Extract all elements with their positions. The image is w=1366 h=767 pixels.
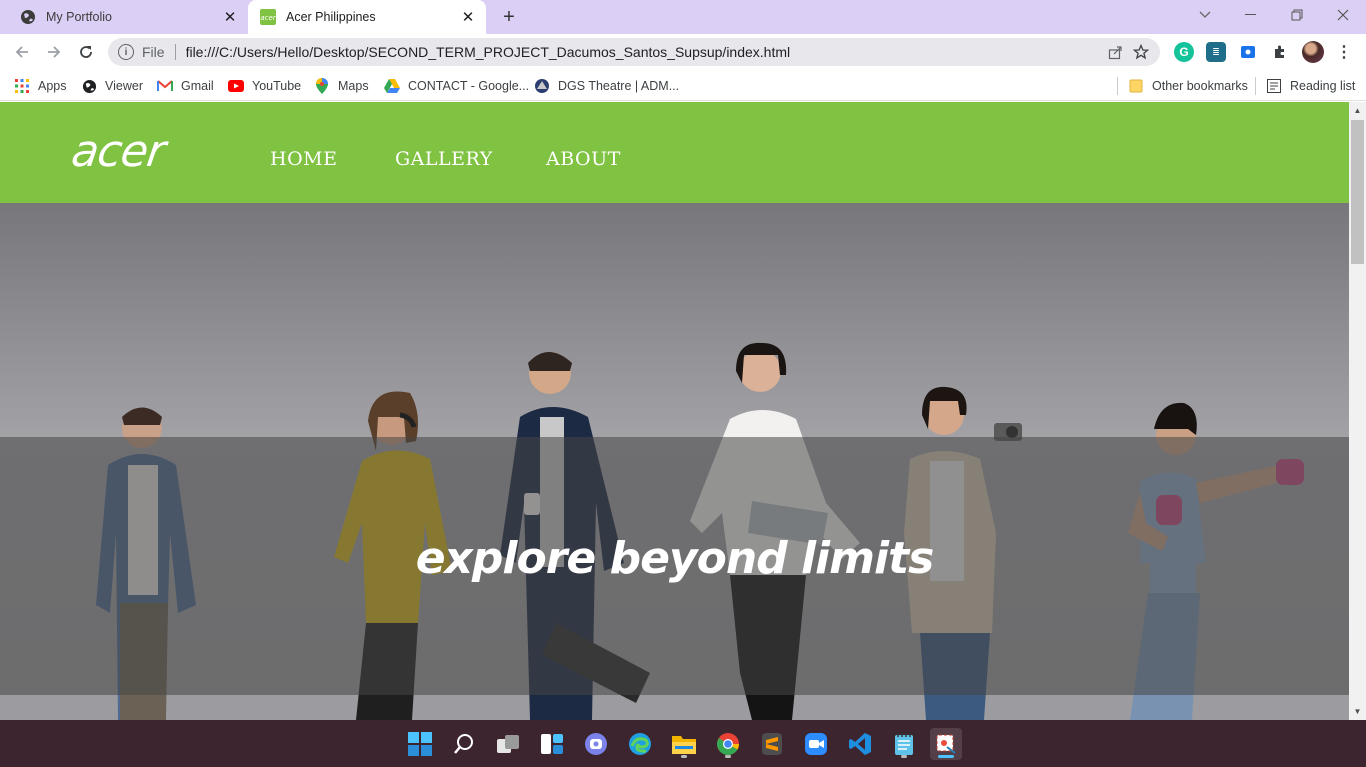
hero-title: explore beyond limits <box>415 533 935 584</box>
apps-grid-icon <box>14 78 30 94</box>
scroll-down-arrow-icon[interactable]: ▼ <box>1349 703 1366 720</box>
running-indicator <box>725 755 731 758</box>
snipping-tool-icon[interactable] <box>930 728 962 760</box>
tab-acer-philippines[interactable]: acer Acer Philippines ✕ <box>248 0 486 34</box>
bookmark-star-icon[interactable] <box>1128 44 1154 60</box>
divider <box>174 44 176 60</box>
close-icon[interactable]: ✕ <box>458 7 478 27</box>
bookmark-maps[interactable]: Maps <box>314 76 369 96</box>
svg-text:acer: acer <box>260 14 276 22</box>
edge-icon[interactable] <box>624 728 656 760</box>
bookmark-label: Apps <box>38 79 67 93</box>
other-bookmarks[interactable]: Other bookmarks <box>1128 76 1248 96</box>
divider <box>1255 77 1256 95</box>
globe-icon <box>20 9 36 25</box>
forward-arrow-icon[interactable] <box>40 38 68 66</box>
close-icon[interactable]: ✕ <box>220 7 240 27</box>
bookmark-gmail[interactable]: Gmail <box>157 76 214 96</box>
divider <box>1117 77 1118 95</box>
bookmark-label: Viewer <box>105 79 143 93</box>
tab-search-icon[interactable] <box>1182 0 1228 30</box>
vscode-icon[interactable] <box>844 728 876 760</box>
dgs-icon <box>534 78 550 94</box>
tab-strip: My Portfolio ✕ acer Acer Philippines ✕ + <box>0 0 1366 34</box>
new-tab-button[interactable]: + <box>498 6 520 28</box>
bookmark-label: Gmail <box>181 79 214 93</box>
search-icon[interactable] <box>448 728 480 760</box>
bookmark-label: Maps <box>338 79 369 93</box>
site-header: acer HOME GALLERY ABOUT <box>0 102 1349 203</box>
bookmark-apps[interactable]: Apps <box>14 76 67 96</box>
menu-kebab-icon[interactable]: ⋮ <box>1334 42 1354 62</box>
google-drive-icon <box>384 78 400 94</box>
hero-banner: explore beyond limits <box>0 203 1349 720</box>
widgets-icon[interactable] <box>536 728 568 760</box>
tab-title: Acer Philippines <box>286 10 376 24</box>
logo-text: acer <box>68 126 168 177</box>
avatar[interactable] <box>1302 41 1324 63</box>
file-explorer-icon[interactable] <box>668 728 700 760</box>
close-window-icon[interactable] <box>1320 0 1366 30</box>
nav-about[interactable]: ABOUT <box>546 148 621 170</box>
tab-title: My Portfolio <box>46 10 112 24</box>
nav-home[interactable]: HOME <box>270 148 337 170</box>
bookmarks-bar: Apps Viewer Gmail YouTube Maps CONTACT -… <box>0 70 1366 101</box>
chrome-icon[interactable] <box>712 728 744 760</box>
nav-gallery[interactable]: GALLERY <box>395 148 493 170</box>
page-viewport: acer HOME GALLERY ABOUT explore beyond l… <box>0 102 1349 720</box>
url-text[interactable]: file:///C:/Users/Hello/Desktop/SECOND_TE… <box>186 44 1102 60</box>
address-bar[interactable]: i File file:///C:/Users/Hello/Desktop/SE… <box>108 38 1160 66</box>
running-indicator <box>901 755 907 758</box>
other-bookmarks-label: Other bookmarks <box>1152 79 1248 93</box>
acer-logo[interactable]: acer <box>68 124 206 182</box>
bookmark-dgs-theatre[interactable]: DGS Theatre | ADM... <box>534 76 679 96</box>
share-icon[interactable] <box>1102 45 1128 60</box>
back-arrow-icon[interactable] <box>8 38 36 66</box>
bookmark-viewer[interactable]: Viewer <box>81 76 143 96</box>
info-icon[interactable]: i <box>118 44 134 60</box>
minimize-icon[interactable] <box>1228 0 1274 30</box>
notepad-icon[interactable] <box>888 728 920 760</box>
running-indicator <box>681 755 687 758</box>
bookmark-contact[interactable]: CONTACT - Google... <box>384 76 529 96</box>
youtube-icon <box>228 78 244 94</box>
restore-icon[interactable] <box>1274 0 1320 30</box>
sublime-text-icon[interactable] <box>756 728 788 760</box>
grammarly-icon[interactable]: G <box>1174 42 1194 62</box>
acer-favicon: acer <box>260 9 276 25</box>
tab-my-portfolio[interactable]: My Portfolio ✕ <box>8 0 248 34</box>
browser-toolbar: i File file:///C:/Users/Hello/Desktop/SE… <box>0 34 1366 70</box>
running-indicator <box>938 755 954 758</box>
windows-taskbar <box>0 720 1366 767</box>
globe-icon <box>81 78 97 94</box>
reading-list[interactable]: Reading list <box>1266 76 1355 96</box>
scroll-thumb[interactable] <box>1351 120 1364 264</box>
maps-icon <box>314 78 330 94</box>
teams-chat-icon[interactable] <box>580 728 612 760</box>
scroll-up-arrow-icon[interactable]: ▲ <box>1349 102 1366 119</box>
extension-reader-icon[interactable]: ≣ <box>1206 42 1226 62</box>
task-view-icon[interactable] <box>492 728 524 760</box>
bookmark-label: CONTACT - Google... <box>408 79 530 93</box>
gmail-icon <box>157 78 173 94</box>
bookmark-youtube[interactable]: YouTube <box>228 76 301 96</box>
zoom-icon[interactable] <box>800 728 832 760</box>
screen-capture-icon[interactable] <box>1238 42 1258 62</box>
reading-list-label: Reading list <box>1290 79 1356 93</box>
windows-start-icon[interactable] <box>404 728 436 760</box>
bookmark-label: DGS Theatre | ADM... <box>558 79 680 93</box>
reading-list-icon <box>1266 78 1282 94</box>
page-scrollbar[interactable]: ▲ ▼ <box>1349 102 1366 720</box>
reload-icon[interactable] <box>72 38 100 66</box>
folder-icon <box>1128 78 1144 94</box>
scheme-label: File <box>142 44 165 60</box>
extensions-puzzle-icon[interactable] <box>1270 42 1290 62</box>
bookmark-label: YouTube <box>252 79 302 93</box>
